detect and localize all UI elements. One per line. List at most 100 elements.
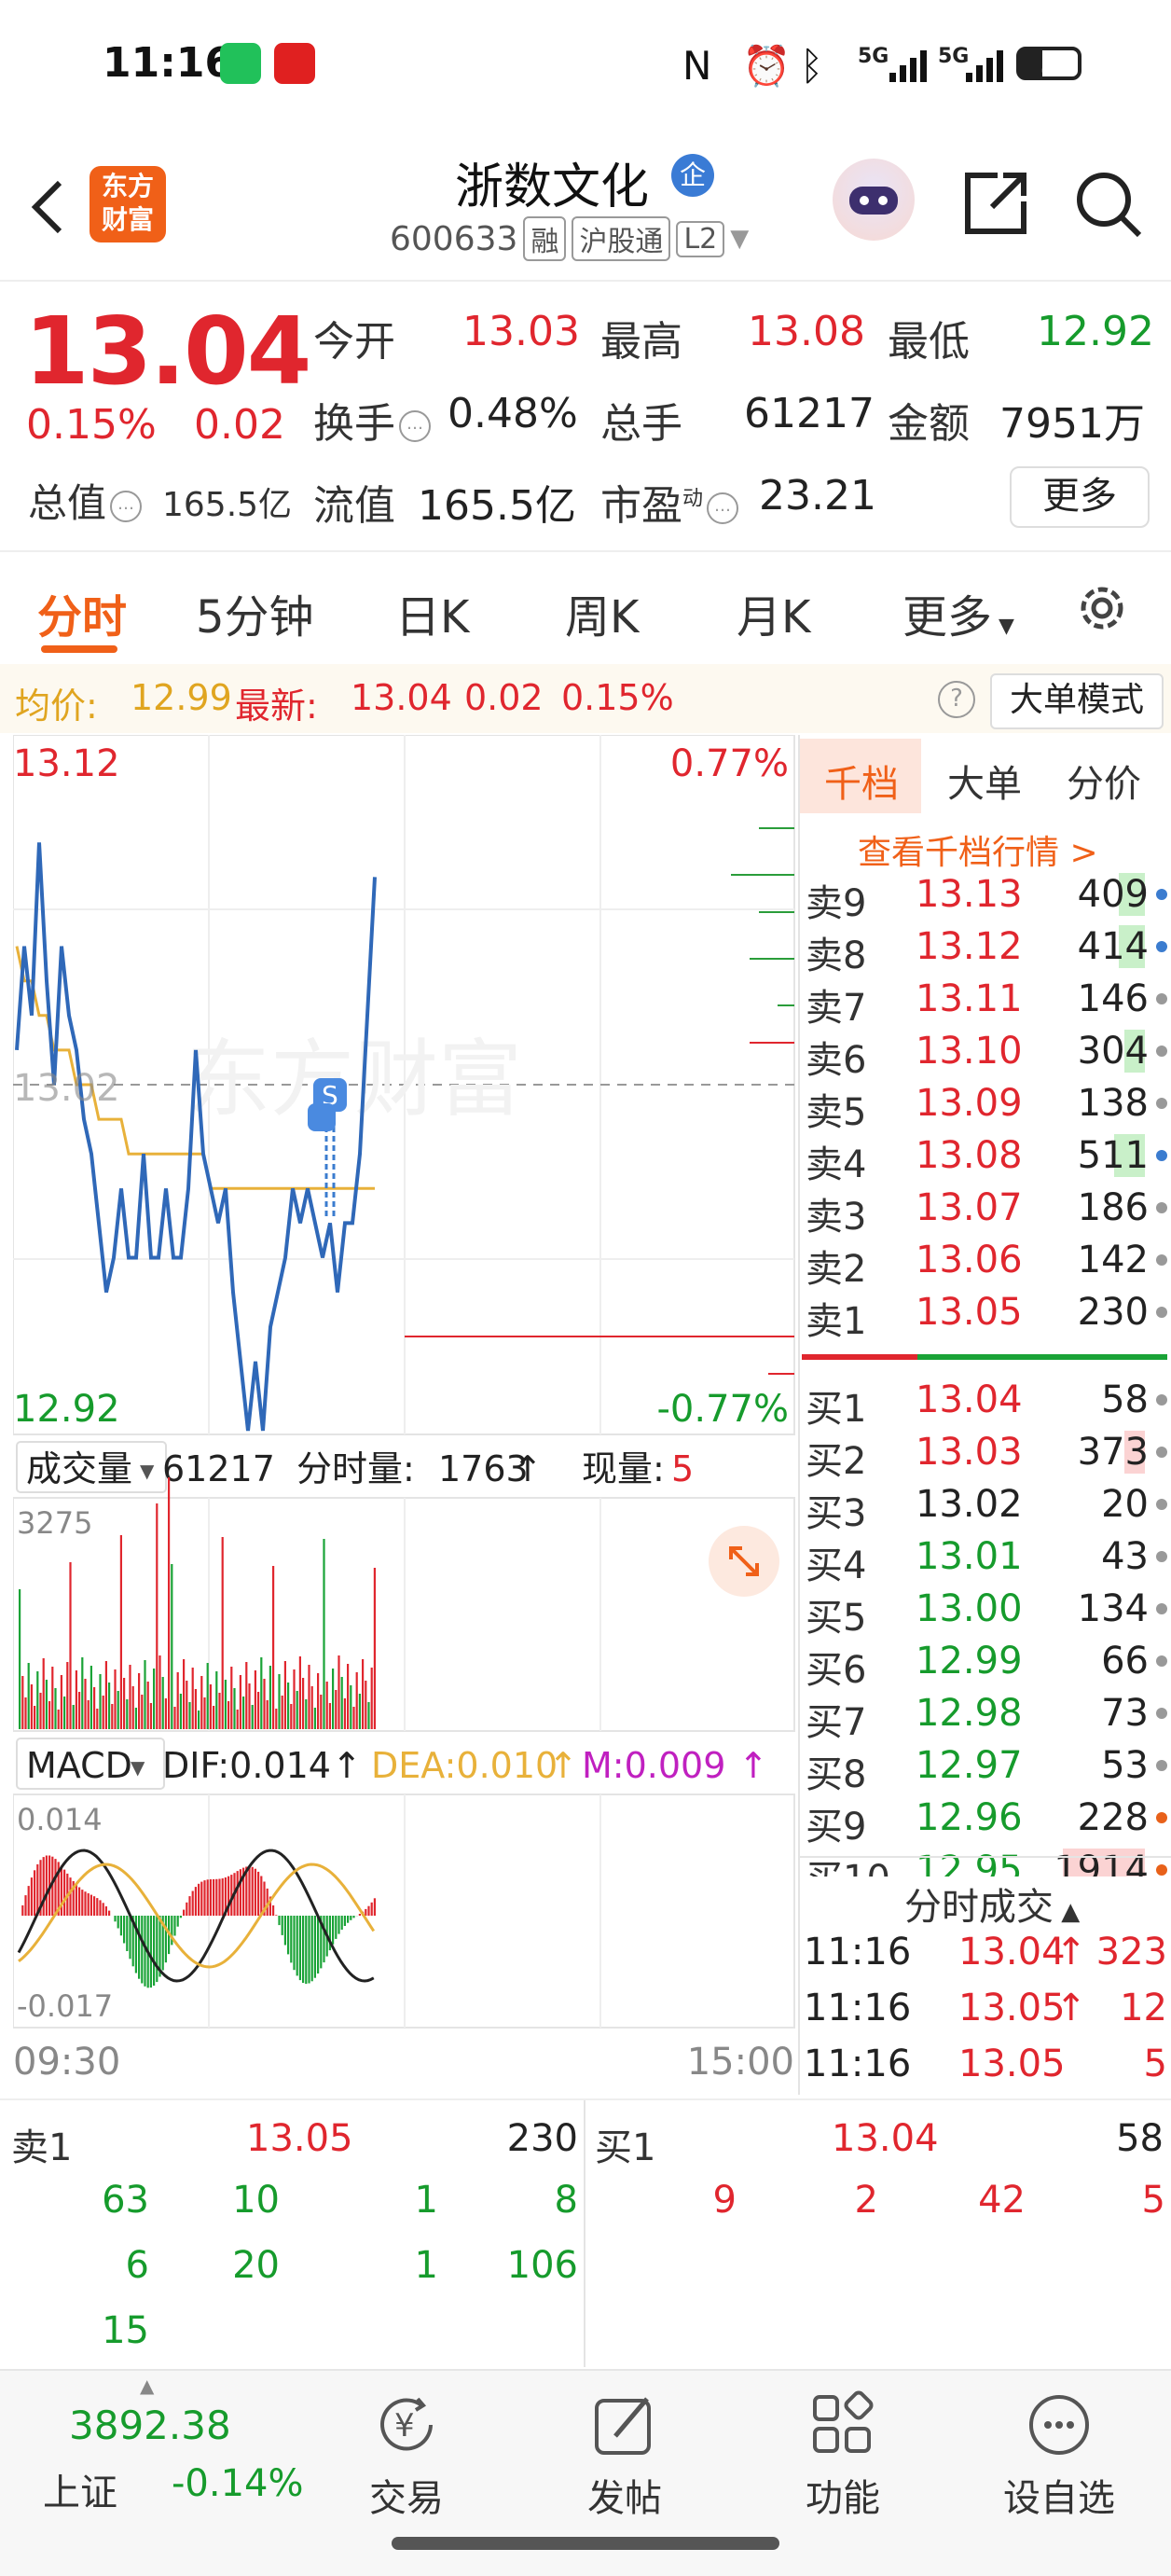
trade-yen-icon: ¥ [371, 2389, 442, 2460]
level-price: 13.05 [916, 1291, 1023, 1334]
macd-bar [129, 1916, 131, 1959]
tab-big-order[interactable]: 大单 [947, 754, 1022, 808]
ask-level[interactable]: 卖613.10304 [802, 1026, 1167, 1078]
volume-bar [293, 1669, 295, 1729]
ask-level[interactable]: 卖913.13409 [802, 869, 1167, 921]
ask-level[interactable]: 卖413.08511 [802, 1130, 1167, 1183]
level-label: 卖6 [806, 1030, 866, 1084]
tab-intraday[interactable]: 分时 [37, 580, 127, 645]
volume-bar [329, 1703, 331, 1729]
volume-bar [195, 1689, 197, 1729]
volume-bar [93, 1687, 95, 1729]
level-dot-icon [1156, 1202, 1167, 1213]
level-label: 买1 [806, 1378, 866, 1433]
info-icon[interactable]: … [707, 492, 738, 524]
volume-bar [341, 1677, 343, 1729]
trade-price: 13.04 [958, 1931, 1066, 1974]
macd-bar [305, 1916, 307, 1984]
level-price: 13.11 [916, 977, 1023, 1020]
macd-bar [284, 1916, 286, 1946]
trades-title[interactable]: 分时成交 ▲ [904, 1877, 1080, 1931]
macd-header: MACD ▼ DIF:0.014 ↑ DEA:0.010 ↑ M:0.009 ↑ [17, 1738, 768, 1789]
ask-level[interactable]: 卖113.05230 [802, 1287, 1167, 1339]
bid-level[interactable]: 买113.0458 [802, 1375, 1167, 1427]
bid-level[interactable]: 买413.0143 [802, 1531, 1167, 1584]
tab-daily[interactable]: 日K [395, 580, 469, 645]
level-label: 卖9 [806, 873, 866, 927]
big-order-mode-button[interactable]: 大单模式 [990, 673, 1164, 729]
nav-post[interactable]: 发帖 [531, 2389, 718, 2522]
queue-order: 15 [56, 2309, 149, 2352]
back-icon[interactable] [28, 179, 65, 235]
stock-code-row[interactable]: 600633 融 沪股通 L2 ▼ [390, 216, 749, 261]
now-vol-value: 5 [671, 1448, 694, 1489]
level-dot-icon [1156, 1307, 1167, 1318]
tab-depth[interactable]: 千档 [824, 754, 899, 808]
more-button[interactable]: 更多 [1010, 466, 1150, 528]
bid-level[interactable]: 买213.03373 [802, 1427, 1167, 1479]
volume-bar [43, 1658, 45, 1729]
ask-level[interactable]: 卖713.11146 [802, 974, 1167, 1026]
nav-functions[interactable]: 功能 [750, 2389, 936, 2522]
trade-direction: ↑ [1055, 1931, 1087, 1974]
bid-level[interactable]: 买712.9873 [802, 1688, 1167, 1740]
volume-bar [207, 1663, 209, 1729]
share-icon[interactable] [960, 168, 1031, 239]
macd-bar [218, 1879, 220, 1917]
settings-gear-icon[interactable] [1072, 578, 1132, 638]
ask-level[interactable]: 卖813.12414 [802, 921, 1167, 974]
bid-level[interactable]: 买812.9753 [802, 1740, 1167, 1793]
macd-bar [371, 1903, 373, 1916]
intraday-chart[interactable]: 东方财富 S 13.12 13.02 12.92 0.77% -0.77% 成交… [13, 735, 796, 2087]
macd-bar [344, 1916, 346, 1926]
tab-more[interactable]: 更多 ▼ [902, 580, 1014, 645]
volume-bar [237, 1710, 239, 1729]
view-depth-link[interactable]: 查看千档行情 > [858, 825, 1098, 874]
stock-name[interactable]: 浙数文化 [455, 147, 649, 217]
bid-level[interactable]: 买513.00134 [802, 1584, 1167, 1636]
level-dot-icon [1156, 1254, 1167, 1266]
search-icon[interactable] [1072, 168, 1143, 239]
app-logo[interactable]: 东方 财富 [90, 166, 166, 242]
index-name[interactable]: 上证 [43, 2462, 117, 2516]
bid-level[interactable]: 买1012.951914 [802, 1845, 1167, 1877]
bid-level[interactable]: 买912.96228 [802, 1793, 1167, 1845]
volume-bar [132, 1686, 134, 1729]
tab-weekly[interactable]: 周K [565, 580, 639, 645]
y-mid-label: 13.02 [13, 1067, 120, 1110]
ask-level[interactable]: 卖313.07186 [802, 1183, 1167, 1235]
volume-bar [267, 1700, 269, 1729]
sell-signal-marker[interactable]: S [308, 1078, 347, 1220]
open-label: 今开 [313, 308, 395, 367]
nav-trade[interactable]: ¥ 交易 [313, 2389, 500, 2522]
index-value[interactable]: 3892.38 [69, 2403, 231, 2448]
tab-5min[interactable]: 5分钟 [196, 580, 314, 645]
tab-price-dist[interactable]: 分价 [1067, 754, 1141, 808]
bid-level[interactable]: 买313.0220 [802, 1479, 1167, 1531]
chevron-down-icon: ▼ [131, 1756, 145, 1779]
ask-bid-divider [802, 1354, 1167, 1362]
ask-level[interactable]: 卖513.09138 [802, 1078, 1167, 1130]
info-icon[interactable]: … [110, 491, 142, 522]
chevron-down-icon: ▼ [140, 1460, 155, 1482]
dropdown-icon: ▼ [730, 225, 749, 253]
help-icon[interactable]: ? [938, 681, 975, 718]
pe-label-text: 市盈 [600, 482, 682, 530]
tab-monthly[interactable]: 月K [737, 580, 810, 645]
nav-add-watchlist[interactable]: 设自选 [966, 2389, 1152, 2522]
macd-bar [153, 1916, 155, 1986]
ask-level[interactable]: 卖213.06142 [802, 1235, 1167, 1287]
macd-bar [290, 1916, 292, 1962]
macd-bar [81, 1890, 83, 1916]
level-price: 13.02 [916, 1483, 1023, 1526]
info-icon[interactable]: … [399, 410, 431, 442]
volume-bar [299, 1656, 301, 1729]
robot-assistant-icon[interactable] [833, 159, 915, 241]
macd-bar [108, 1911, 110, 1916]
status-bar: 11:16 N ⏰ ᛒ 5G 5G 38 [0, 0, 1171, 131]
volume-bar [183, 1659, 185, 1729]
volume-bar [177, 1672, 179, 1729]
bid-level[interactable]: 买612.9966 [802, 1636, 1167, 1688]
expand-icon[interactable] [709, 1526, 779, 1597]
volume-bar [28, 1663, 30, 1729]
